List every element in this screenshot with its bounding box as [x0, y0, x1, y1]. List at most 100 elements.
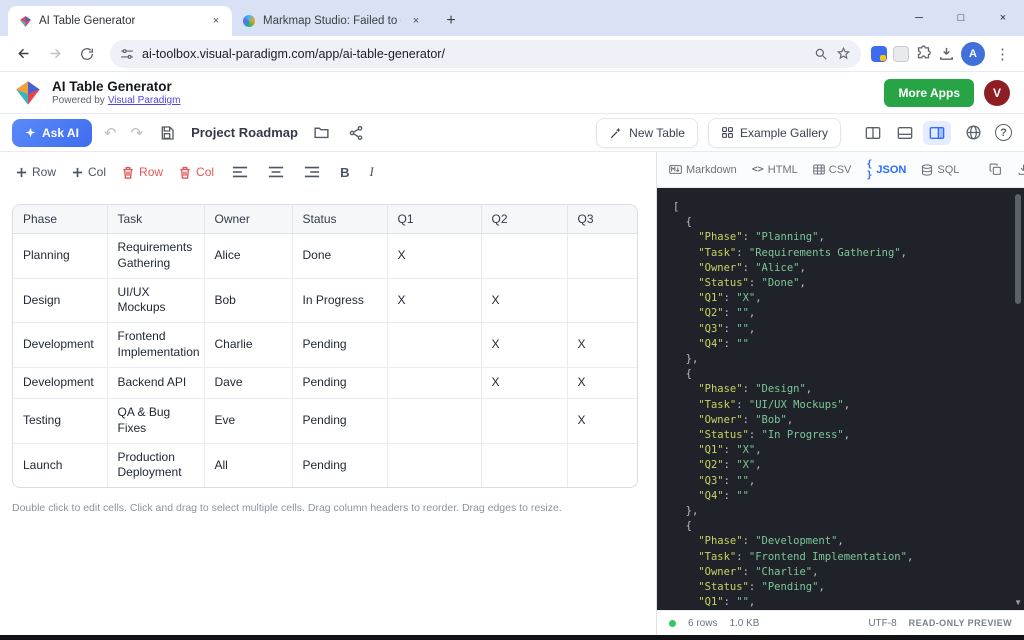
- table-cell[interactable]: In Progress: [292, 278, 387, 323]
- zoom-icon[interactable]: [814, 47, 828, 61]
- table-cell[interactable]: Requirements Gathering: [107, 234, 204, 279]
- table-cell[interactable]: [387, 398, 481, 443]
- minimize-button[interactable]: ─: [898, 0, 940, 36]
- right-panel-layout-icon[interactable]: [923, 121, 951, 145]
- table-cell[interactable]: Done: [292, 234, 387, 279]
- menu-kebab-icon[interactable]: ⋮: [991, 45, 1014, 63]
- table-cell[interactable]: X: [481, 367, 567, 398]
- table-cell[interactable]: [481, 234, 567, 279]
- column-header-q2[interactable]: Q2: [481, 205, 567, 234]
- align-left-button[interactable]: [230, 162, 250, 182]
- add-col-button[interactable]: Col: [72, 165, 106, 179]
- document-title[interactable]: Project Roadmap: [191, 125, 298, 140]
- tab-close-icon[interactable]: ×: [208, 13, 224, 29]
- example-gallery-button[interactable]: Example Gallery: [708, 118, 841, 148]
- download-icon[interactable]: [1017, 161, 1024, 179]
- share-icon[interactable]: [344, 121, 368, 145]
- table-cell[interactable]: [567, 443, 638, 487]
- column-header-q3[interactable]: Q3: [567, 205, 638, 234]
- table-cell[interactable]: Frontend Implementation: [107, 323, 204, 368]
- table-cell[interactable]: X: [567, 323, 638, 368]
- browser-tab-active[interactable]: AI Table Generator ×: [8, 6, 232, 36]
- table-cell[interactable]: Pending: [292, 398, 387, 443]
- save-icon[interactable]: [155, 121, 179, 145]
- table-cell[interactable]: UI/UX Mockups: [107, 278, 204, 323]
- copy-icon[interactable]: [989, 161, 1002, 179]
- table-cell[interactable]: X: [567, 398, 638, 443]
- undo-button[interactable]: ↶: [102, 124, 119, 142]
- profile-avatar[interactable]: A: [961, 42, 985, 66]
- table-cell[interactable]: Dave: [204, 367, 292, 398]
- delete-row-button[interactable]: Row: [122, 165, 163, 179]
- table-cell[interactable]: Development: [13, 323, 107, 368]
- table-cell[interactable]: Bob: [204, 278, 292, 323]
- table-cell[interactable]: Charlie: [204, 323, 292, 368]
- column-header-phase[interactable]: Phase: [13, 205, 107, 234]
- table-cell[interactable]: [481, 398, 567, 443]
- add-row-button[interactable]: Row: [16, 165, 56, 179]
- table-cell[interactable]: All: [204, 443, 292, 487]
- table-cell[interactable]: [387, 443, 481, 487]
- pinned-extension-icon[interactable]: [871, 46, 887, 62]
- bottom-panel-layout-icon[interactable]: [891, 121, 919, 145]
- table-cell[interactable]: [387, 367, 481, 398]
- close-button[interactable]: ×: [982, 0, 1024, 36]
- bold-button[interactable]: B: [338, 165, 351, 180]
- tab-html[interactable]: <> HTML: [752, 164, 798, 176]
- new-table-button[interactable]: New Table: [596, 118, 698, 148]
- table-cell[interactable]: Eve: [204, 398, 292, 443]
- scrollbar-thumb[interactable]: [1015, 194, 1021, 304]
- url-text[interactable]: ai-toolbox.visual-paradigm.com/app/ai-ta…: [142, 47, 806, 61]
- bookmark-star-icon[interactable]: [836, 46, 851, 61]
- column-header-q1[interactable]: Q1: [387, 205, 481, 234]
- table-cell[interactable]: Pending: [292, 323, 387, 368]
- redo-button[interactable]: ↷: [128, 124, 145, 142]
- reload-button[interactable]: [74, 41, 100, 67]
- new-tab-button[interactable]: +: [438, 8, 464, 34]
- forward-button[interactable]: [42, 41, 68, 67]
- browser-tab-inactive[interactable]: Markmap Studio: Failed to ope ×: [232, 6, 432, 36]
- table-cell[interactable]: Alice: [204, 234, 292, 279]
- table-cell[interactable]: [481, 443, 567, 487]
- table-cell[interactable]: X: [481, 323, 567, 368]
- scroll-down-arrow[interactable]: ▼: [1014, 598, 1022, 607]
- delete-col-button[interactable]: Col: [179, 165, 214, 179]
- tab-csv[interactable]: CSV: [813, 164, 852, 176]
- table-cell[interactable]: Production Deployment: [107, 443, 204, 487]
- table-cell[interactable]: [567, 278, 638, 323]
- open-folder-icon[interactable]: [310, 121, 334, 145]
- tab-close-icon[interactable]: ×: [408, 13, 424, 29]
- table-cell[interactable]: Backend API: [107, 367, 204, 398]
- table-cell[interactable]: Testing: [13, 398, 107, 443]
- column-header-status[interactable]: Status: [292, 205, 387, 234]
- tab-json[interactable]: { } JSON: [866, 159, 906, 181]
- table-cell[interactable]: Development: [13, 367, 107, 398]
- back-button[interactable]: [10, 41, 36, 67]
- language-globe-icon[interactable]: [961, 121, 985, 145]
- maximize-button[interactable]: □: [940, 0, 982, 36]
- downloads-icon[interactable]: [938, 45, 955, 62]
- table-cell[interactable]: X: [481, 278, 567, 323]
- table-cell[interactable]: X: [387, 278, 481, 323]
- more-apps-button[interactable]: More Apps: [884, 79, 974, 107]
- site-settings-icon[interactable]: [120, 47, 134, 61]
- table-cell[interactable]: Launch: [13, 443, 107, 487]
- table-cell[interactable]: [567, 234, 638, 279]
- table-cell[interactable]: Pending: [292, 443, 387, 487]
- table-cell[interactable]: X: [387, 234, 481, 279]
- help-icon[interactable]: ?: [995, 124, 1012, 141]
- tab-sql[interactable]: SQL: [921, 164, 959, 176]
- split-columns-layout-icon[interactable]: [859, 121, 887, 145]
- column-header-task[interactable]: Task: [107, 205, 204, 234]
- account-avatar[interactable]: V: [984, 80, 1010, 106]
- ask-ai-button[interactable]: Ask AI: [12, 119, 92, 147]
- code-scrollbar[interactable]: [1015, 194, 1021, 592]
- table-cell[interactable]: QA & Bug Fixes: [107, 398, 204, 443]
- align-center-button[interactable]: [266, 162, 286, 182]
- table-cell[interactable]: [387, 323, 481, 368]
- table-cell[interactable]: X: [567, 367, 638, 398]
- extensions-puzzle-icon[interactable]: [915, 45, 932, 62]
- tab-markdown[interactable]: Markdown: [669, 164, 737, 176]
- align-right-button[interactable]: [302, 162, 322, 182]
- table-cell[interactable]: Pending: [292, 367, 387, 398]
